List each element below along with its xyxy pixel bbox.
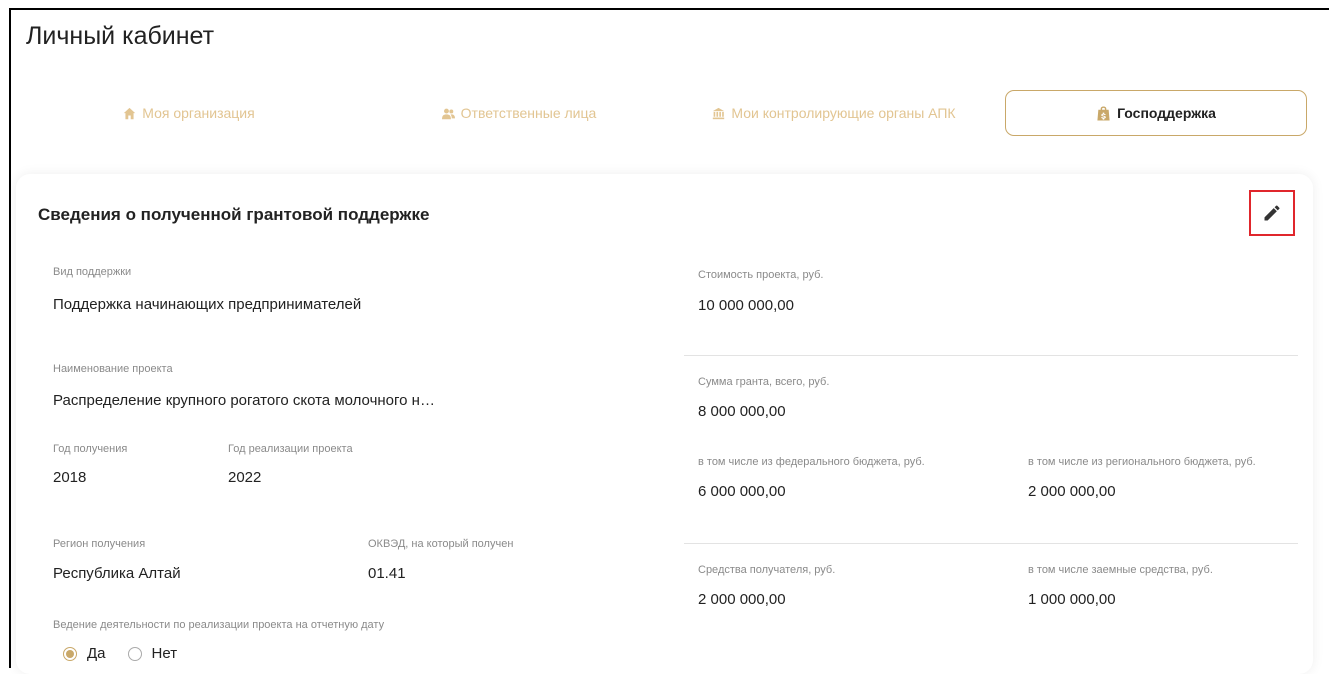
- year-received-label: Год получения: [53, 443, 128, 455]
- radio-no-label: Нет: [151, 645, 178, 662]
- users-icon: [441, 108, 455, 119]
- divider: [684, 543, 1298, 544]
- regional-budget-value: 2 000 000,00: [1028, 483, 1116, 500]
- project-cost-label: Стоимость проекта, руб.: [698, 269, 824, 281]
- recipient-funds-label: Средства получателя, руб.: [698, 564, 836, 576]
- project-cost-value: 10 000 000,00: [698, 297, 794, 314]
- tab-responsible-persons[interactable]: Ответственные лица: [354, 90, 684, 136]
- page-title: Личный кабинет: [26, 22, 215, 50]
- edit-button[interactable]: [1249, 190, 1295, 236]
- grant-support-card: Сведения о полученной грантовой поддержк…: [16, 174, 1313, 674]
- pencil-icon: [1264, 205, 1280, 221]
- home-icon: [124, 107, 136, 119]
- borrowed-funds-value: 1 000 000,00: [1028, 591, 1116, 608]
- project-name-value: Распределение крупного рогатого скота мо…: [53, 392, 435, 409]
- region-value: Республика Алтай: [53, 565, 181, 582]
- activity-radio-group: Да Нет: [63, 645, 199, 662]
- support-type-label: Вид поддержки: [53, 266, 132, 278]
- okved-value: 01.41: [368, 565, 406, 582]
- year-implementation-label: Год реализации проекта: [228, 443, 353, 455]
- radio-no[interactable]: [127, 646, 142, 661]
- institution-icon: [713, 107, 725, 119]
- tab-control-authorities[interactable]: Мои контролирующие органы АПК: [684, 90, 984, 136]
- federal-budget-value: 6 000 000,00: [698, 483, 786, 500]
- grant-total-value: 8 000 000,00: [698, 403, 786, 420]
- card-title: Сведения о полученной грантовой поддержк…: [38, 205, 430, 224]
- radio-yes-label: Да: [87, 645, 106, 662]
- grant-total-label: Сумма гранта, всего, руб.: [698, 376, 830, 388]
- tab-state-support[interactable]: Господдержка: [1005, 90, 1307, 136]
- tab-my-organization[interactable]: Моя организация: [24, 90, 354, 136]
- radio-yes[interactable]: [63, 646, 77, 661]
- regional-budget-label: в том числе из регионального бюджета, ру…: [1028, 456, 1256, 468]
- tab-label: Господдержка: [1117, 105, 1216, 121]
- divider: [684, 355, 1298, 356]
- project-name-label: Наименование проекта: [53, 363, 173, 375]
- tab-label: Ответственные лица: [460, 105, 597, 121]
- borrowed-funds-label: в том числе заемные средства, руб.: [1028, 564, 1213, 576]
- year-implementation-value: 2022: [228, 469, 262, 486]
- bag-icon: [1097, 105, 1110, 121]
- okved-label: ОКВЭД, на который получен: [368, 538, 514, 550]
- federal-budget-label: в том числе из федерального бюджета, руб…: [698, 456, 925, 468]
- recipient-funds-value: 2 000 000,00: [698, 591, 786, 608]
- support-type-value: Поддержка начинающих предпринимателей: [53, 296, 362, 313]
- tab-bar: Моя организация Ответственные лица Мои к…: [24, 90, 1307, 136]
- tab-label: Моя организация: [142, 105, 255, 121]
- year-received-value: 2018: [53, 469, 87, 486]
- tab-label: Мои контролирующие органы АПК: [731, 105, 956, 121]
- region-label: Регион получения: [53, 538, 146, 550]
- activity-label: Ведение деятельности по реализации проек…: [53, 619, 385, 631]
